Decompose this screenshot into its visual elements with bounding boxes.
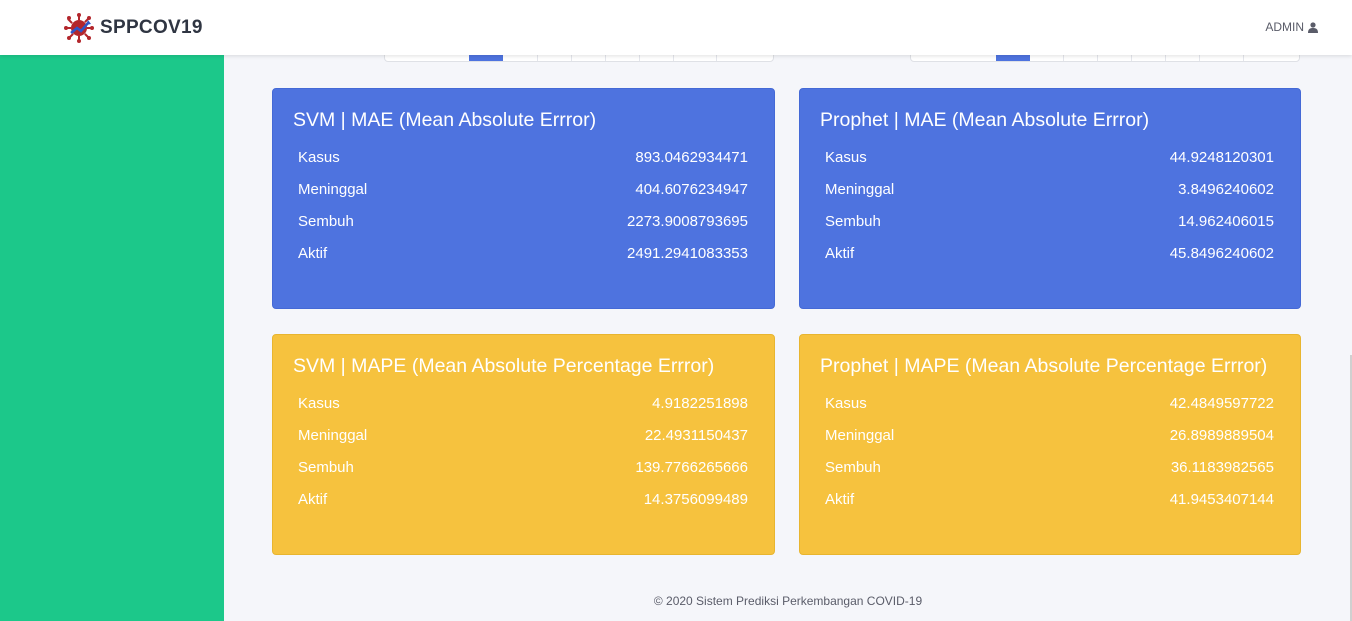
card-title: SVM | MAPE (Mean Absolute Percentage Err… (293, 355, 715, 377)
metric-label: Kasus (298, 394, 340, 412)
card-title: Prophet | MAE (Mean Absolute Errror) (820, 109, 1150, 131)
brand-link[interactable]: SPPCOV19 (64, 13, 203, 43)
metric-row-meninggal: Meninggal 3.8496240602 (820, 173, 1280, 205)
metric-row-meninggal: Meninggal 404.6076234947 (293, 173, 754, 205)
metric-label: Kasus (825, 394, 867, 412)
metric-row-sembuh: Sembuh 14.962406015 (820, 205, 1280, 237)
metric-row-kasus: Kasus 893.0462934471 (293, 141, 754, 173)
metric-value: 36.1183982565 (1170, 458, 1274, 476)
prophet-mae-card: Prophet | MAE (Mean Absolute Errror) Kas… (799, 88, 1301, 309)
svm-mae-card: SVM | MAE (Mean Absolute Errror) Kasus 89… (272, 88, 775, 309)
metric-label: Meninggal (298, 426, 368, 444)
metric-label: Sembuh (298, 212, 354, 230)
metric-value: 3.8496240602 (1178, 180, 1274, 198)
metric-value: 41.9453407144 (1169, 490, 1274, 508)
metric-value: 26.8989889504 (1169, 426, 1274, 444)
metric-value: 22.4931150437 (644, 426, 748, 444)
footer-copyright: © 2020 Sistem Prediksi Perkembangan COVI… (653, 594, 923, 608)
brand-name: SPPCOV19 (100, 17, 203, 38)
metric-row-sembuh: Sembuh 139.7766265666 (293, 451, 754, 483)
metric-label: Sembuh (825, 212, 881, 230)
metric-value: 2491.2941083353 (627, 244, 748, 262)
metric-label: Aktif (825, 244, 855, 262)
metric-label: Sembuh (825, 458, 881, 476)
metric-row-sembuh: Sembuh 2273.9008793695 (293, 205, 754, 237)
metric-label: Meninggal (298, 180, 368, 198)
metric-row-aktif: Aktif 41.9453407144 (820, 483, 1280, 515)
metric-value: 14.962406015 (1178, 212, 1274, 230)
metric-value: 42.4849597722 (1169, 394, 1274, 412)
svm-mape-card: SVM | MAPE (Mean Absolute Percentage Err… (272, 334, 775, 555)
prophet-mape-card: Prophet | MAPE (Mean Absolute Percentage… (799, 334, 1301, 555)
metric-row-kasus: Kasus 42.4849597722 (820, 387, 1280, 419)
metric-value: 139.7766265666 (635, 458, 748, 476)
metric-label: Meninggal (825, 180, 895, 198)
metric-row-kasus: Kasus 44.9248120301 (820, 141, 1280, 173)
metric-label: Kasus (825, 148, 867, 166)
metric-row-aktif: Aktif 45.8496240602 (820, 237, 1280, 269)
metric-value: 404.6076234947 (635, 180, 748, 198)
metric-row-meninggal: Meninggal 22.4931150437 (293, 419, 754, 451)
metric-label: Aktif (298, 244, 328, 262)
metric-row-aktif: Aktif 2491.2941083353 (293, 237, 754, 269)
top-navbar: SPPCOV19 ADMIN (0, 0, 1352, 55)
user-icon (1308, 21, 1318, 33)
metric-row-sembuh: Sembuh 36.1183982565 (820, 451, 1280, 483)
metric-row-meninggal: Meninggal 26.8989889504 (820, 419, 1280, 451)
metric-value: 14.3756099489 (643, 490, 748, 508)
metric-value: 2273.9008793695 (627, 212, 748, 230)
user-label: ADMIN (1265, 20, 1304, 34)
metric-label: Kasus (298, 148, 340, 166)
sidebar (0, 55, 224, 621)
metric-label: Aktif (298, 490, 328, 508)
card-title: SVM | MAE (Mean Absolute Errror) (293, 109, 597, 131)
metric-value: 893.0462934471 (635, 148, 748, 166)
card-title: Prophet | MAPE (Mean Absolute Percentage… (820, 355, 1268, 377)
metric-label: Sembuh (298, 458, 354, 476)
metric-value: 45.8496240602 (1169, 244, 1274, 262)
user-menu[interactable]: ADMIN (1265, 20, 1318, 34)
metric-row-aktif: Aktif 14.3756099489 (293, 483, 754, 515)
metric-label: Aktif (825, 490, 855, 508)
metric-value: 44.9248120301 (1169, 148, 1274, 166)
metric-label: Meninggal (825, 426, 895, 444)
virus-logo-icon (64, 13, 94, 43)
metric-value: 4.9182251898 (652, 394, 748, 412)
metric-row-kasus: Kasus 4.9182251898 (293, 387, 754, 419)
